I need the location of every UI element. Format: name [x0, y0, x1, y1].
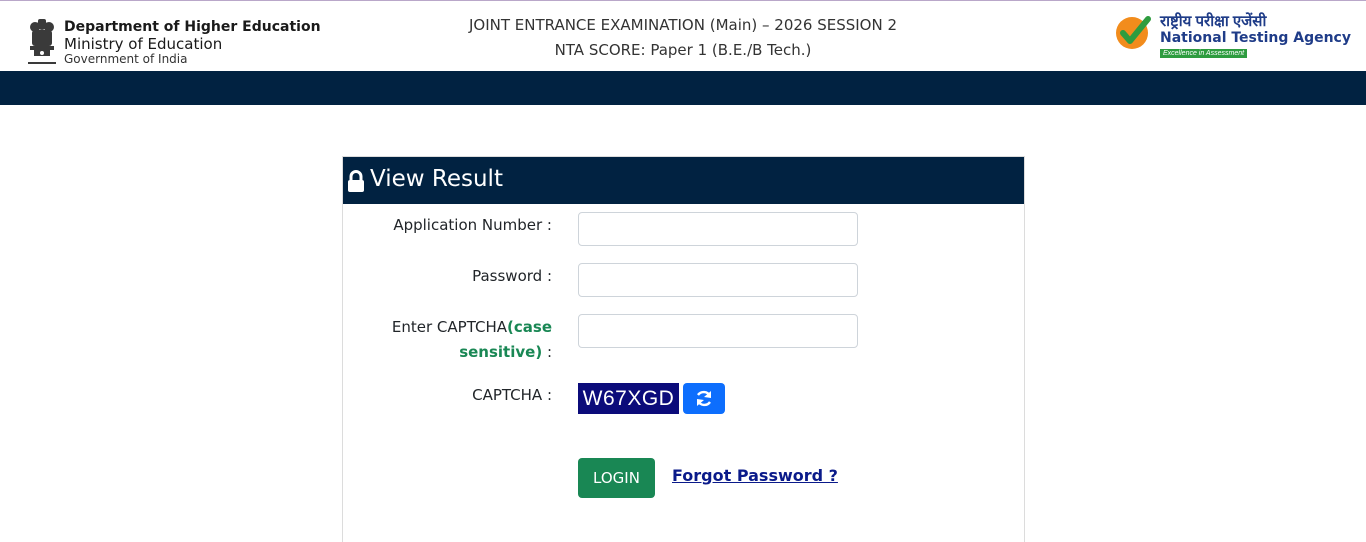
captcha-input[interactable]: [578, 314, 858, 348]
exam-title-line2: NTA SCORE: Paper 1 (B.E./B Tech.): [554, 41, 812, 59]
exam-title: JOINT ENTRANCE EXAMINATION (Main) – 2026…: [383, 13, 983, 63]
exam-title-line1: JOINT ENTRANCE EXAMINATION (Main) – 2026…: [468, 16, 898, 34]
department-text: Department of Higher Education Ministry …: [64, 18, 321, 67]
password-label: Password :: [472, 267, 552, 285]
captcha-input-label-colon: :: [542, 343, 552, 361]
nta-english-name: National Testing Agency: [1160, 30, 1351, 46]
nta-tagline: Excellence in Assessment: [1160, 49, 1248, 58]
login-button[interactable]: LOGIN: [578, 458, 655, 498]
lock-icon: [348, 170, 364, 192]
application-number-input[interactable]: [578, 212, 858, 246]
application-number-label: Application Number :: [393, 216, 552, 234]
nta-branding: राष्ट्रीय परीक्षा एजेंसी National Testin…: [1114, 11, 1354, 61]
refresh-captcha-button[interactable]: [683, 383, 725, 414]
government-name: Government of India: [64, 52, 188, 66]
forgot-password-link[interactable]: Forgot Password ?: [672, 466, 838, 485]
national-emblem-icon: [28, 19, 56, 64]
captcha-image: W67XGD: [578, 383, 679, 414]
view-result-card: View Result Application Number : Passwor…: [342, 156, 1025, 542]
card-title: View Result: [370, 166, 503, 192]
department-name: Department of Higher Education: [64, 19, 321, 35]
case-sensitive-note-cont: sensitive): [459, 343, 543, 361]
case-sensitive-note: (case: [507, 318, 552, 336]
refresh-icon: [696, 390, 712, 407]
card-header: View Result: [343, 157, 1024, 204]
captcha-input-label: Enter CAPTCHA(case sensitive) :: [392, 315, 552, 365]
nta-hindi-name: राष्ट्रीय परीक्षा एजेंसी: [1160, 13, 1267, 30]
captcha-label: CAPTCHA :: [472, 386, 552, 404]
site-header: Department of Higher Education Ministry …: [0, 0, 1366, 71]
captcha-input-label-text: Enter CAPTCHA: [391, 318, 508, 336]
password-input[interactable]: [578, 263, 858, 297]
navigation-bar: [0, 71, 1366, 105]
ministry-name: Ministry of Education: [64, 35, 223, 53]
nta-check-logo-icon: [1116, 16, 1151, 49]
